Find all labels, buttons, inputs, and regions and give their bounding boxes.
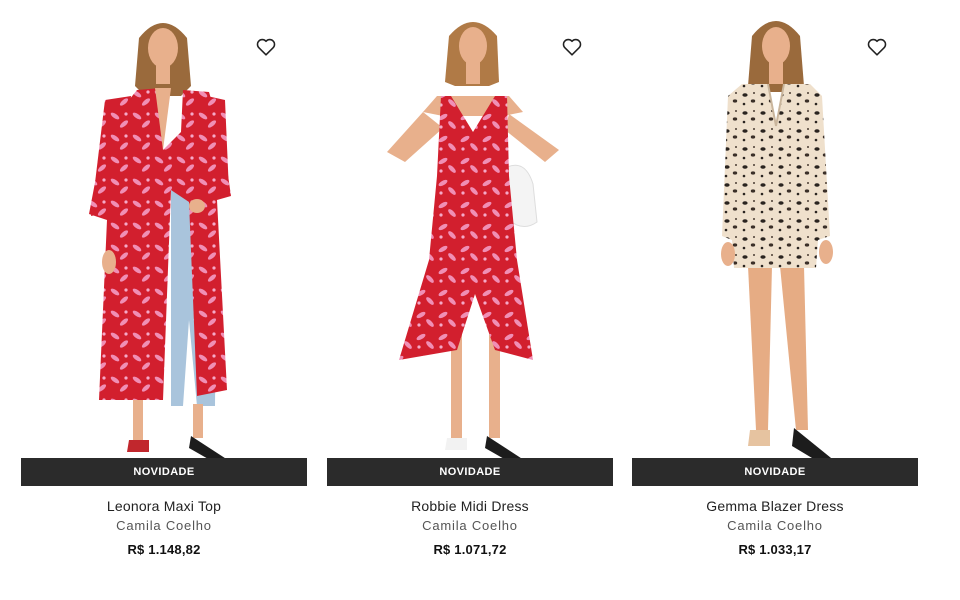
product-image[interactable] <box>327 0 613 458</box>
heart-outline-icon <box>256 38 276 56</box>
product-card[interactable]: NOVIDADE Gemma Blazer Dress Camila Coelh… <box>632 0 918 600</box>
new-badge: NOVIDADE <box>327 458 613 486</box>
wishlist-button[interactable] <box>561 36 583 58</box>
product-price: R$ 1.071,72 <box>433 542 507 557</box>
product-title[interactable]: Gemma Blazer Dress <box>632 496 918 516</box>
product-brand[interactable]: Camila Coelho <box>21 516 307 536</box>
product-grid: NOVIDADE Leonora Maxi Top Camila Coelho … <box>0 0 960 600</box>
product-image[interactable] <box>21 0 307 458</box>
product-brand[interactable]: Camila Coelho <box>327 516 613 536</box>
product-info: Gemma Blazer Dress Camila Coelho R$ 1.03… <box>632 496 918 560</box>
product-info: Leonora Maxi Top Camila Coelho R$ 1.148,… <box>21 496 307 560</box>
model-photo <box>387 22 559 458</box>
heart-outline-icon <box>867 38 887 56</box>
model-photo <box>89 23 231 458</box>
heart-outline-icon <box>562 38 582 56</box>
product-image[interactable] <box>632 0 918 458</box>
product-brand[interactable]: Camila Coelho <box>632 516 918 536</box>
product-card[interactable]: NOVIDADE Robbie Midi Dress Camila Coelho… <box>327 0 613 600</box>
wishlist-button[interactable] <box>866 36 888 58</box>
product-price: R$ 1.148,82 <box>127 542 201 557</box>
product-card[interactable]: NOVIDADE Leonora Maxi Top Camila Coelho … <box>21 0 307 600</box>
new-badge: NOVIDADE <box>632 458 918 486</box>
product-info: Robbie Midi Dress Camila Coelho R$ 1.071… <box>327 496 613 560</box>
wishlist-button[interactable] <box>255 36 277 58</box>
product-title[interactable]: Leonora Maxi Top <box>21 496 307 516</box>
new-badge: NOVIDADE <box>21 458 307 486</box>
model-photo <box>721 21 833 458</box>
product-title[interactable]: Robbie Midi Dress <box>327 496 613 516</box>
product-price: R$ 1.033,17 <box>738 542 812 557</box>
